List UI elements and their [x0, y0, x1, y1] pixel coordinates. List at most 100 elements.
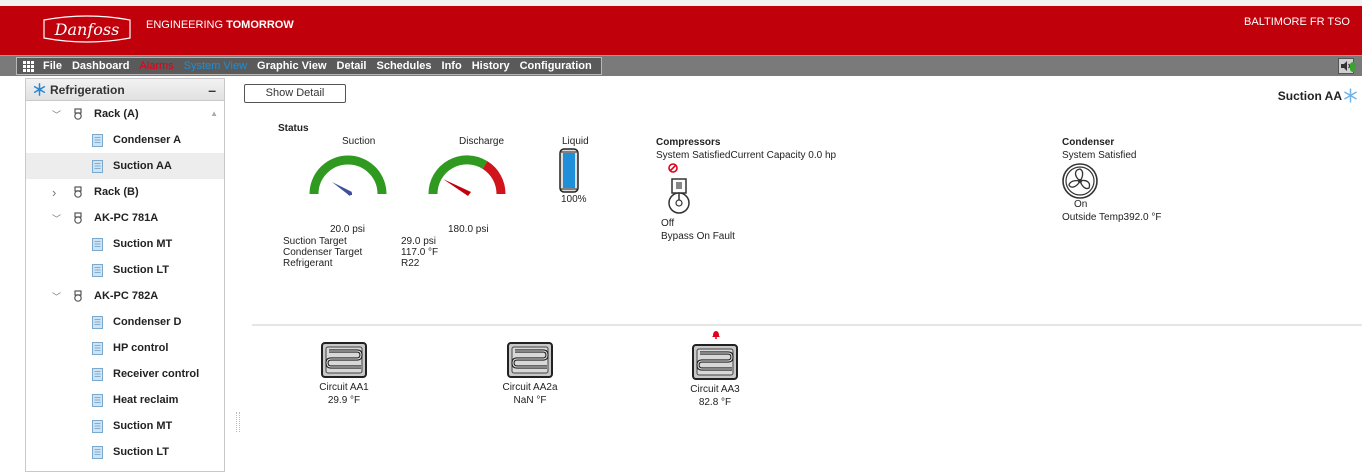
- grid-menu-icon[interactable]: [23, 60, 34, 72]
- compressor-icon[interactable]: [666, 177, 692, 215]
- status-title: Status: [278, 123, 309, 134]
- tree-item[interactable]: Suction MT: [26, 231, 224, 257]
- suction-label: Suction: [342, 136, 376, 147]
- tree-item-label: Receiver control: [113, 368, 200, 380]
- compressors-status: System SatisfiedCurrent Capacity 0.0 hp: [656, 150, 837, 161]
- circuit-icon[interactable]: [321, 342, 367, 378]
- snowflake-icon: [33, 83, 46, 96]
- menu-item-info[interactable]: Info: [442, 60, 462, 72]
- chevron-right-icon[interactable]: ›: [52, 185, 64, 200]
- header-bar: Danfoss ENGINEERING TOMORROW BALTIMORE F…: [0, 0, 1362, 55]
- menu-item-alarms[interactable]: Alarms: [139, 60, 173, 72]
- status-row-value: 117.0 °F: [401, 247, 439, 258]
- show-detail-button[interactable]: Show Detail: [244, 84, 346, 103]
- chevron-down-icon[interactable]: ﹀: [52, 108, 64, 121]
- rack-icon: [74, 290, 82, 302]
- alarm-bell-icon[interactable]: [711, 329, 721, 339]
- menu-bar: File Dashboard Alarms System View Graphic Vi…: [0, 55, 1362, 76]
- document-icon: [92, 419, 103, 433]
- suction-gauge: [309, 155, 387, 196]
- rack-icon: [74, 212, 82, 224]
- tree-item[interactable]: Suction LT: [26, 439, 224, 465]
- tagline-prefix: ENGINEERING: [146, 19, 224, 31]
- condenser-status: System Satisfied: [1062, 150, 1137, 161]
- circuit-name: Circuit AA2a: [502, 382, 558, 393]
- document-icon: [92, 341, 103, 355]
- document-icon: [92, 133, 103, 147]
- menu-item-graphic-view[interactable]: Graphic View: [257, 60, 327, 72]
- tree-item[interactable]: Receiver control: [26, 361, 224, 387]
- app-window: Danfoss ENGINEERING TOMORROW BALTIMORE F…: [0, 0, 1362, 472]
- liquid-tank-icon: [559, 148, 579, 193]
- sidebar-title: Refrigeration: [50, 82, 125, 97]
- tree-group[interactable]: › Rack (B): [26, 179, 224, 205]
- circuit-icon[interactable]: [692, 344, 738, 380]
- chevron-down-icon[interactable]: ﹀: [52, 212, 64, 225]
- tree-group[interactable]: ﹀ Rack (A): [26, 101, 224, 127]
- document-icon: [92, 237, 103, 251]
- document-icon: [92, 367, 103, 381]
- collapse-icon[interactable]: –: [208, 82, 216, 98]
- document-icon: [92, 445, 103, 459]
- sidebar-header[interactable]: Refrigeration –: [26, 79, 224, 101]
- site-name: BALTIMORE FR TSO: [1244, 16, 1350, 28]
- circuit-icon[interactable]: [507, 342, 553, 378]
- status-row-label: Suction Target: [283, 236, 347, 247]
- menu-item-schedules[interactable]: Schedules: [377, 60, 432, 72]
- menu-item-detail[interactable]: Detail: [337, 60, 367, 72]
- liquid-value: 100%: [561, 194, 587, 205]
- sidebar: Refrigeration – ﹀ Rack (A) Condenser A Suct…: [25, 78, 225, 472]
- fan-icon[interactable]: [1060, 162, 1100, 200]
- condenser-state: On: [1074, 199, 1088, 210]
- circuit-temp: 82.8 °F: [698, 397, 732, 408]
- document-icon: [92, 315, 103, 329]
- tagline-bold: TOMORROW: [226, 19, 294, 31]
- discharge-value: 180.0 psi: [448, 224, 489, 235]
- document-icon: [92, 159, 103, 173]
- tree-group[interactable]: ﹀ AK-PC 781A: [26, 205, 224, 231]
- page-title-text: Suction AA: [1277, 89, 1342, 103]
- tree-item-label: Suction LT: [113, 264, 170, 276]
- status-row-label: Refrigerant: [283, 258, 333, 269]
- tree-item-label: Heat reclaim: [113, 394, 179, 406]
- tree-item[interactable]: Suction MT: [26, 413, 224, 439]
- section-divider: [252, 324, 1362, 326]
- danfoss-logo: Danfoss: [43, 15, 131, 43]
- compressor-state: Off: [661, 218, 675, 229]
- tree-item[interactable]: Heat reclaim: [26, 387, 224, 413]
- tree-item-label: Rack (A): [94, 108, 139, 120]
- menu-item-configuration[interactable]: Configuration: [520, 60, 592, 72]
- circuit-temp: 29.9 °F: [327, 395, 361, 406]
- rack-icon: [74, 108, 82, 120]
- tagline: ENGINEERING TOMORROW: [146, 19, 294, 31]
- scroll-up-icon[interactable]: ▲: [210, 109, 218, 118]
- menu-item-file[interactable]: File: [43, 60, 62, 72]
- tree-item-label: Suction MT: [113, 420, 173, 432]
- bypass-status: Bypass On Fault: [661, 231, 735, 242]
- status-row-label: Condenser Target: [283, 247, 363, 258]
- mute-button[interactable]: [1338, 58, 1356, 74]
- circuit-temp: NaN °F: [513, 395, 547, 406]
- tree-group[interactable]: ﹀ AK-PC 782A: [26, 283, 224, 309]
- tree-item-label: AK-PC 782A: [94, 290, 159, 302]
- menu-item-system-view[interactable]: System View: [184, 60, 247, 72]
- rack-icon: [74, 186, 82, 198]
- tree-item[interactable]: Suction LT: [26, 257, 224, 283]
- page-title: Suction AA: [1277, 88, 1357, 103]
- menu-item-dashboard[interactable]: Dashboard: [72, 60, 129, 72]
- suction-value: 20.0 psi: [330, 224, 366, 235]
- tree-item[interactable]: HP control: [26, 335, 224, 361]
- resize-handle[interactable]: [236, 412, 240, 432]
- menu-item-history[interactable]: History: [472, 60, 510, 72]
- tree-item[interactable]: Suction AA: [26, 153, 224, 179]
- status-indicator: [1350, 62, 1356, 72]
- chevron-down-icon[interactable]: ﹀: [52, 290, 64, 303]
- document-icon: [92, 263, 103, 277]
- tree-item[interactable]: Condenser A: [26, 127, 224, 153]
- condenser-title: Condenser: [1062, 137, 1115, 148]
- tree-item-label: Suction LT: [113, 446, 170, 458]
- tree-item[interactable]: Condenser D: [26, 309, 224, 335]
- snowflake-icon: [1344, 88, 1357, 103]
- prohibited-icon: [668, 163, 678, 173]
- discharge-needle: [443, 179, 471, 196]
